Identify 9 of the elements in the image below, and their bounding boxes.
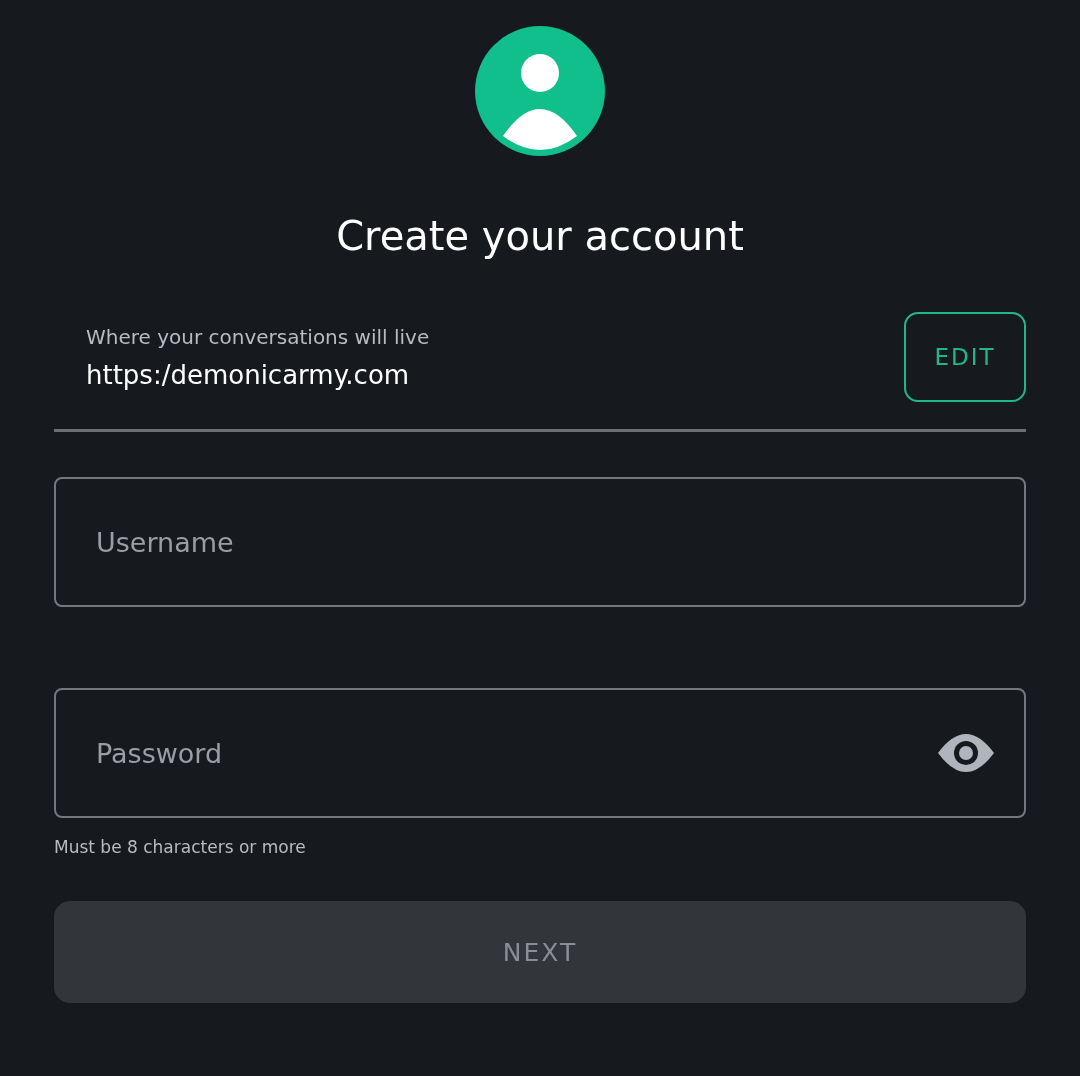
password-hint: Must be 8 characters or more (54, 836, 306, 858)
username-field[interactable]: Username (54, 477, 1026, 607)
password-field[interactable]: Password (54, 688, 1026, 818)
user-avatar-icon (475, 26, 605, 156)
edit-button[interactable]: EDIT (904, 312, 1026, 402)
page-title: Create your account (336, 212, 744, 261)
server-url: https:/demonicarmy.com (86, 359, 411, 392)
server-label: Where your conversations will live (86, 324, 430, 350)
eye-icon[interactable] (938, 734, 994, 772)
